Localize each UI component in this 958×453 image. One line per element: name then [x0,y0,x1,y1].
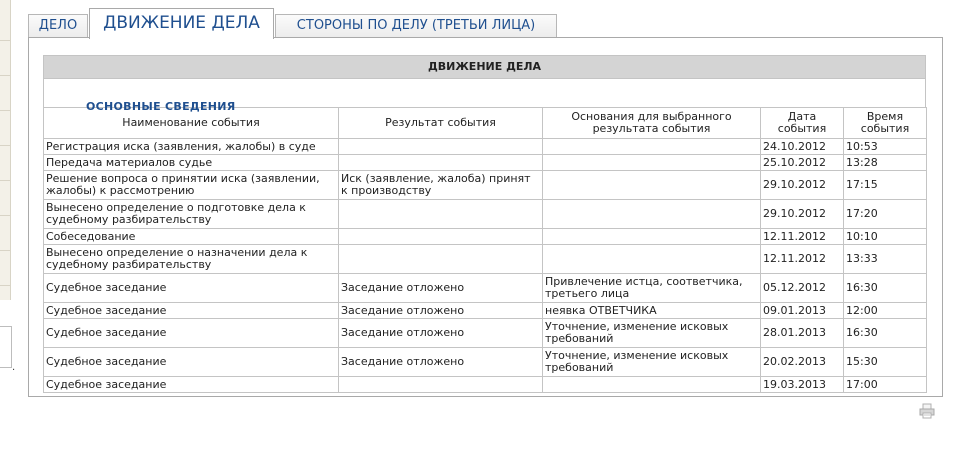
cell-basis [542,244,761,274]
cell-result [338,199,543,229]
cell-result [338,244,543,274]
cell-date: 29.10.2012 [760,199,844,229]
table-row: Регистрация иска (заявления, жалобы) в с… [43,138,927,155]
cell-date: 29.10.2012 [760,170,844,200]
table-row: Судебное заседание Заседание отложено Пр… [43,273,927,303]
cell-date: 20.02.2013 [760,347,844,377]
cell-time: 17:00 [843,376,927,393]
cell-result [338,228,543,245]
cell-date: 19.03.2013 [760,376,844,393]
cell-event: Судебное заседание [43,318,339,348]
cell-result: Заседание отложено [338,302,543,319]
section-row: ОСНОВНЫЕ СВЕДЕНИЯ [43,79,926,113]
cell-basis: неявка ОТВЕТЧИКА [542,302,761,319]
cell-date: 24.10.2012 [760,138,844,155]
cell-result [338,376,543,393]
table-row: Решение вопроса о принятии иска (заявлен… [43,170,927,200]
left-edge-box [0,326,12,368]
cell-date: 28.01.2013 [760,318,844,348]
tab-case[interactable]: ДЕЛО [28,14,88,37]
cell-time: 16:30 [843,273,927,303]
table-row: Судебное заседание Заседание отложено не… [43,302,927,319]
section-title: ОСНОВНЫЕ СВЕДЕНИЯ [86,100,236,113]
table-row: Вынесено определение о подготовке дела к… [43,199,927,229]
panel-heading: ДВИЖЕНИЕ ДЕЛА [43,55,926,79]
cell-event: Судебное заседание [43,302,339,319]
cell-result: Заседание отложено [338,273,543,303]
cell-basis: Уточнение, изменение исковых требований [542,347,761,377]
cell-date: 09.01.2013 [760,302,844,319]
cell-time: 17:15 [843,170,927,200]
cell-event: Судебное заседание [43,376,339,393]
case-movement-panel: ДВИЖЕНИЕ ДЕЛА ОСНОВНЫЕ СВЕДЕНИЯ Наименов… [28,37,943,397]
tab-case-movement[interactable]: ДВИЖЕНИЕ ДЕЛА [89,8,274,39]
cell-time: 10:53 [843,138,927,155]
tab-parties[interactable]: СТОРОНЫ ПО ДЕЛУ (ТРЕТЬИ ЛИЦА) [275,14,557,37]
cell-basis [542,154,761,171]
cell-event: Передача материалов судье [43,154,339,171]
cell-time: 13:28 [843,154,927,171]
table-row: Судебное заседание 19.03.2013 17:00 [43,376,927,393]
cell-time: 17:20 [843,199,927,229]
cell-basis [542,199,761,229]
cell-event: Решение вопроса о принятии иска (заявлен… [43,170,339,200]
cell-event: Вынесено определение о подготовке дела к… [43,199,339,229]
cell-result: Иск (заявление, жалоба) принят к произво… [338,170,543,200]
cell-time: 13:33 [843,244,927,274]
cell-result [338,154,543,171]
table-row: Судебное заседание Заседание отложено Ут… [43,318,927,348]
left-mark: . [12,362,16,373]
cell-date: 05.12.2012 [760,273,844,303]
cell-date: 12.11.2012 [760,244,844,274]
cell-event: Вынесено определение о назначении дела к… [43,244,339,274]
cell-event: Регистрация иска (заявления, жалобы) в с… [43,138,339,155]
cell-basis: Привлечение истца, соответчика, третьего… [542,273,761,303]
cell-date: 12.11.2012 [760,228,844,245]
cell-basis [542,228,761,245]
col-header-basis: Основания для выбранного результата собы… [542,107,761,139]
cell-basis: Уточнение, изменение исковых требований [542,318,761,348]
table-row: Судебное заседание Заседание отложено Ут… [43,347,927,377]
col-header-date: Дата события [760,107,844,139]
left-sidebar-strip [0,0,11,300]
cell-time: 10:10 [843,228,927,245]
table-row: Собеседование 12.11.2012 10:10 [43,228,927,245]
cell-time: 16:30 [843,318,927,348]
cell-basis [542,170,761,200]
cell-event: Судебное заседание [43,273,339,303]
cell-basis [542,376,761,393]
cell-result: Заседание отложено [338,347,543,377]
cell-time: 12:00 [843,302,927,319]
col-header-time: Время события [843,107,927,139]
cell-result [338,138,543,155]
cell-event: Судебное заседание [43,347,339,377]
table-row: Вынесено определение о назначении дела к… [43,244,927,274]
panel-inner: ДВИЖЕНИЕ ДЕЛА ОСНОВНЫЕ СВЕДЕНИЯ Наименов… [43,55,927,393]
cell-event: Собеседование [43,228,339,245]
printer-icon[interactable] [918,402,936,420]
cell-basis [542,138,761,155]
cell-result: Заседание отложено [338,318,543,348]
cell-date: 25.10.2012 [760,154,844,171]
events-table: Наименование события Результат события О… [43,107,927,393]
cell-time: 15:30 [843,347,927,377]
col-header-result: Результат события [338,107,543,139]
table-row: Передача материалов судье 25.10.2012 13:… [43,154,927,171]
